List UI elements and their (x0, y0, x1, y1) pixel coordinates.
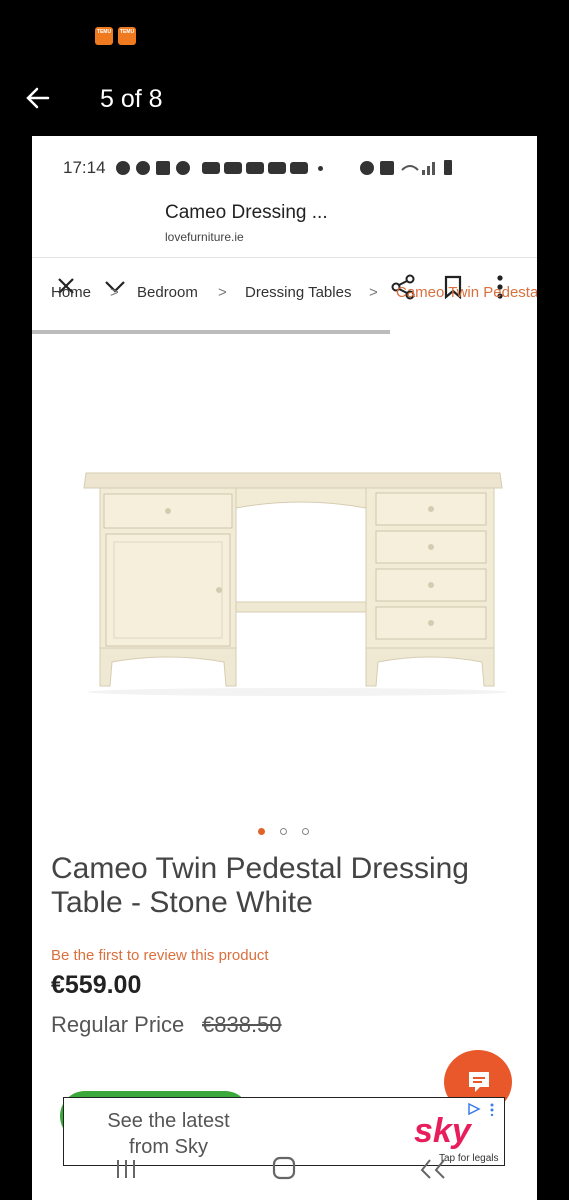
regular-price-value: €838.50 (202, 1012, 282, 1037)
review-link[interactable]: Be the first to review this product (51, 947, 269, 964)
regular-price-label: Regular Price (51, 1012, 185, 1037)
carousel-dot[interactable] (258, 828, 265, 835)
horizontal-scrollbar[interactable] (32, 330, 390, 334)
alarm-icon (360, 161, 374, 175)
breadcrumb-bedroom[interactable]: Bedroom (137, 284, 198, 301)
youtube-icon (202, 162, 220, 174)
mute-icon (380, 161, 394, 175)
tab-title: Cameo Dressing ... (165, 202, 328, 223)
more-notifications-icon (318, 166, 323, 171)
breadcrumb-dressing-tables[interactable]: Dressing Tables (245, 284, 351, 301)
youtube-icon (268, 162, 286, 174)
chat-icon (469, 1072, 489, 1092)
youtube-icon (224, 162, 242, 174)
youtube-icon (246, 162, 264, 174)
screenshot-image: 17:14 Cameo Dressing ... lovefurniture.i… (32, 136, 537, 1200)
temu-icon: TEMU (95, 27, 113, 45)
back-arrow-icon[interactable] (24, 84, 52, 112)
carousel-dot[interactable] (280, 828, 287, 835)
app-icon (136, 161, 150, 175)
signal-icon (401, 162, 435, 175)
breadcrumb-separator: > (369, 284, 378, 301)
breadcrumb: Home > Bedroom > Dressing Tables > Cameo… (32, 276, 537, 310)
system-nav-bar (32, 1150, 537, 1200)
breadcrumb-home[interactable]: Home (51, 284, 91, 301)
back-nav-icon[interactable] (416, 1156, 452, 1180)
outer-status-bar: TEMU TEMU (0, 0, 569, 70)
app-icon (176, 161, 190, 175)
product-price: €559.00 (51, 971, 142, 999)
app-icon (116, 161, 130, 175)
inner-status-bar: 17:14 (32, 136, 537, 200)
breadcrumb-current: Cameo Twin Pedesta (396, 284, 537, 301)
image-counter: 5 of 8 (100, 85, 163, 113)
app-icon (156, 161, 170, 175)
product-title: Cameo Twin Pedestal Dressing Table - Sto… (51, 852, 469, 919)
breadcrumb-separator: > (110, 284, 119, 301)
image-carousel-dots (256, 827, 316, 837)
breadcrumb-separator: > (218, 284, 227, 301)
carousel-dot[interactable] (302, 828, 309, 835)
product-image[interactable] (52, 346, 517, 814)
tab-url: lovefurniture.ie (165, 230, 244, 244)
divider (32, 257, 537, 258)
home-icon[interactable] (270, 1154, 298, 1182)
battery-icon (444, 160, 452, 175)
status-time: 17:14 (63, 158, 106, 177)
recent-apps-icon[interactable] (114, 1156, 154, 1180)
temu-icon: TEMU (118, 27, 136, 45)
youtube-icon (290, 162, 308, 174)
adchoices-icon[interactable] (466, 1102, 496, 1116)
viewer-header (0, 70, 569, 130)
sky-logo: sky (414, 1112, 471, 1150)
